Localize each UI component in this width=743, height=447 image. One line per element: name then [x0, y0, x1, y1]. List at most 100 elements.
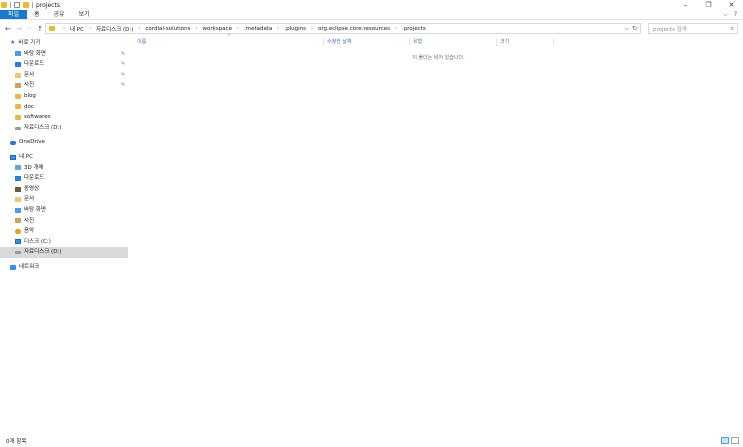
- search-icon[interactable]: ⌕: [731, 25, 734, 33]
- address-bar[interactable]: › 내 PC › 자료디스크 (D:) › cordial-solutions …: [45, 23, 641, 34]
- sidebar-item-label: 사진: [24, 217, 35, 224]
- computer-icon: [10, 154, 16, 160]
- sidebar-item-documents[interactable]: 문서 ✎: [0, 70, 128, 81]
- sidebar-item-label: 다운로드: [24, 61, 45, 68]
- pin-icon[interactable]: ✎: [121, 70, 125, 81]
- minimize-button[interactable]: –: [674, 0, 697, 10]
- chevron-right-icon[interactable]: ›: [395, 26, 397, 32]
- breadcrumb-metadata[interactable]: .metadata: [244, 26, 272, 32]
- sidebar-item-label: 문서: [24, 71, 35, 78]
- empty-folder-message: 이 폴더는 비어 있습니다.: [412, 55, 465, 61]
- document-icon: [15, 72, 21, 78]
- sidebar-item-downloads[interactable]: 다운로드 ✎: [0, 59, 128, 70]
- chevron-right-icon[interactable]: ›: [311, 26, 313, 32]
- chevron-right-icon[interactable]: ›: [237, 26, 239, 32]
- sidebar-item-onedrive[interactable]: OneDrive: [0, 137, 128, 148]
- expand-ribbon-icon[interactable]: ⌵: [723, 10, 728, 20]
- address-row: ← → ⌵ ↑ › 내 PC › 자료디스크 (D:) › cordial-so…: [0, 22, 743, 35]
- address-dropdown-icon[interactable]: ⌵: [624, 24, 629, 33]
- sidebar-item-pictures-pc[interactable]: 사진: [0, 216, 128, 227]
- sidebar-item-drive-d[interactable]: 자료디스크 (D:): [0, 247, 128, 258]
- pin-icon[interactable]: ✎: [121, 80, 125, 91]
- sidebar-item-videos[interactable]: 동영상: [0, 184, 128, 195]
- sidebar-item-label: OneDrive: [19, 139, 45, 146]
- breadcrumb-drive-d[interactable]: 자료디스크 (D:): [96, 25, 133, 33]
- sidebar-item-label: 자료디스크 (D:): [24, 124, 62, 131]
- view-toggle: [721, 437, 739, 444]
- file-list[interactable]: ^ 이름 수정한 날짜 유형 크기 이 폴더는 비어 있습니다.: [134, 34, 743, 430]
- sidebar-item-pictures[interactable]: 사진 ✎: [0, 80, 128, 91]
- chevron-right-icon[interactable]: ›: [63, 26, 65, 32]
- sidebar-item-music[interactable]: 음악: [0, 226, 128, 237]
- quick-access-toolbar: [0, 0, 33, 10]
- sidebar-item-desktop[interactable]: 바탕 화면 ✎: [0, 49, 128, 60]
- forward-button[interactable]: →: [16, 25, 22, 33]
- sidebar-item-label: 사진: [24, 82, 35, 89]
- folder-icon: [15, 93, 21, 99]
- pin-icon[interactable]: ✎: [121, 49, 125, 60]
- sidebar-item-softwares[interactable]: softwares: [0, 112, 128, 123]
- folder-icon: [15, 114, 21, 120]
- up-button[interactable]: ↑: [37, 25, 43, 33]
- sidebar-item-downloads-pc[interactable]: 다운로드: [0, 173, 128, 184]
- chevron-right-icon[interactable]: ›: [196, 26, 198, 32]
- breadcrumb-projects[interactable]: .projects: [402, 26, 426, 32]
- tab-file[interactable]: 파일: [0, 10, 28, 19]
- divider: [32, 2, 33, 8]
- close-button[interactable]: ✕: [720, 0, 743, 10]
- title-bar: projects – ❐ ✕: [0, 0, 743, 10]
- chevron-right-icon[interactable]: ›: [277, 26, 279, 32]
- breadcrumb-cordial-solutions[interactable]: cordial-solutions: [145, 26, 190, 32]
- breadcrumb-core-resources[interactable]: org.eclipse.core.resources: [318, 26, 390, 32]
- sidebar-item-this-pc[interactable]: 내 PC: [0, 152, 128, 163]
- pin-icon[interactable]: ✎: [121, 59, 125, 70]
- tab-share[interactable]: 공유: [47, 10, 72, 19]
- column-header-name[interactable]: 이름: [134, 38, 324, 46]
- back-button[interactable]: ←: [5, 25, 11, 33]
- sidebar-item-drive-d-quick[interactable]: 자료디스크 (D:): [0, 123, 128, 134]
- breadcrumb-plugins[interactable]: .plugins: [284, 26, 306, 32]
- navigation-buttons: ← → ⌵ ↑: [0, 24, 45, 33]
- column-header-size[interactable]: 크기: [497, 38, 554, 46]
- search-input[interactable]: projects 검색: [653, 25, 687, 33]
- chevron-right-icon[interactable]: ›: [138, 26, 140, 32]
- details-view-icon[interactable]: [721, 437, 729, 444]
- drive-icon: [15, 239, 21, 245]
- column-header-type[interactable]: 유형: [410, 38, 497, 46]
- column-header-date-modified[interactable]: 수정한 날짜: [324, 38, 410, 46]
- folder-icon: [15, 104, 21, 110]
- large-icons-view-icon[interactable]: [731, 437, 739, 444]
- drive-icon: [15, 126, 21, 130]
- sidebar-item-label: 디스크 (C:): [24, 238, 51, 245]
- sidebar-item-label: 자료디스크 (D:): [24, 249, 62, 256]
- chevron-right-icon[interactable]: ›: [89, 26, 91, 32]
- navigation-pane: ★ 바로 가기 바탕 화면 ✎ 다운로드 ✎ 문서 ✎ 사진 ✎ blog do…: [0, 38, 128, 428]
- maximize-button[interactable]: ❐: [697, 0, 720, 10]
- sidebar-item-quick-access[interactable]: ★ 바로 가기: [0, 38, 128, 49]
- sidebar-item-desktop-pc[interactable]: 바탕 화면: [0, 205, 128, 216]
- properties-icon[interactable]: [14, 2, 20, 8]
- sidebar-item-label: softwares: [24, 114, 51, 121]
- item-count: 0개 항목: [6, 439, 27, 445]
- breadcrumb-workspace[interactable]: workspace: [203, 26, 232, 32]
- refresh-icon[interactable]: ↻: [632, 24, 637, 33]
- divider: [10, 2, 11, 8]
- folder-icon: [1, 2, 7, 8]
- sidebar-item-network[interactable]: 네트워크: [0, 262, 128, 273]
- tab-view[interactable]: 보기: [72, 10, 97, 19]
- window-title: projects: [36, 1, 60, 9]
- desktop-icon: [15, 207, 21, 213]
- tab-home[interactable]: 홈: [27, 10, 47, 19]
- sidebar-item-blog[interactable]: blog: [0, 91, 128, 102]
- recent-locations-button[interactable]: ⌵: [27, 24, 32, 33]
- breadcrumb-this-pc[interactable]: 내 PC: [70, 25, 84, 33]
- new-folder-icon[interactable]: [23, 2, 29, 8]
- document-icon: [15, 197, 21, 203]
- search-box[interactable]: projects 검색 ⌕: [648, 23, 738, 34]
- sidebar-item-label: 동영상: [24, 185, 40, 192]
- sidebar-item-documents-pc[interactable]: 문서: [0, 194, 128, 205]
- sidebar-item-doc[interactable]: doc: [0, 102, 128, 113]
- sidebar-item-drive-c[interactable]: 디스크 (C:): [0, 237, 128, 248]
- sidebar-item-3d-objects[interactable]: 3D 개체: [0, 163, 128, 174]
- help-icon[interactable]: ?: [734, 10, 737, 20]
